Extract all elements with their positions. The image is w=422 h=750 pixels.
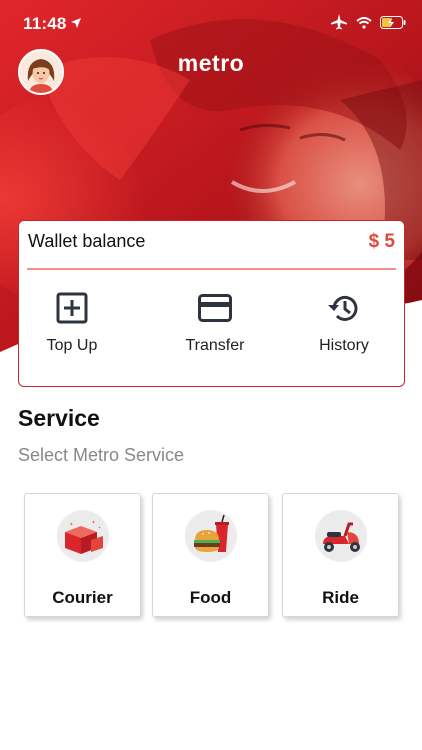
burger-drink-icon bbox=[185, 510, 237, 562]
plus-square-icon bbox=[17, 291, 127, 325]
wallet-card: Wallet balance $ 5 Top Up Transfer Histo… bbox=[18, 220, 405, 387]
airplane-icon bbox=[330, 14, 348, 35]
service-subtitle: Select Metro Service bbox=[18, 445, 185, 465]
location-arrow-icon bbox=[70, 16, 82, 34]
service-card-ride[interactable]: Ride bbox=[282, 493, 399, 617]
battery-charging-icon bbox=[380, 15, 406, 34]
history-icon bbox=[289, 291, 399, 325]
top-up-button[interactable]: Top Up bbox=[17, 291, 127, 355]
service-card-food[interactable]: Food bbox=[152, 493, 269, 617]
service-title: Service bbox=[18, 405, 100, 431]
wallet-balance-label: Wallet balance bbox=[28, 231, 146, 251]
status-bar: 11:48 bbox=[0, 0, 422, 48]
service-label-food: Food bbox=[189, 588, 232, 607]
status-time: 11:48 bbox=[23, 14, 67, 33]
transfer-label: Transfer bbox=[185, 337, 245, 354]
history-button[interactable]: History bbox=[289, 291, 399, 355]
app-title: metro bbox=[177, 50, 245, 76]
courier-package-icon bbox=[57, 510, 109, 562]
service-label-ride: Ride bbox=[322, 588, 359, 607]
transfer-button[interactable]: Transfer bbox=[160, 291, 270, 355]
service-card-courier[interactable]: Courier bbox=[24, 493, 141, 617]
wallet-balance-amount: $ 5 bbox=[368, 231, 395, 252]
credit-card-icon bbox=[160, 291, 270, 325]
wallet-divider bbox=[27, 268, 396, 270]
top-up-label: Top Up bbox=[46, 337, 98, 354]
wifi-icon bbox=[356, 16, 372, 34]
service-label-courier: Courier bbox=[52, 588, 113, 607]
history-label: History bbox=[319, 337, 369, 354]
scooter-icon bbox=[315, 510, 367, 562]
